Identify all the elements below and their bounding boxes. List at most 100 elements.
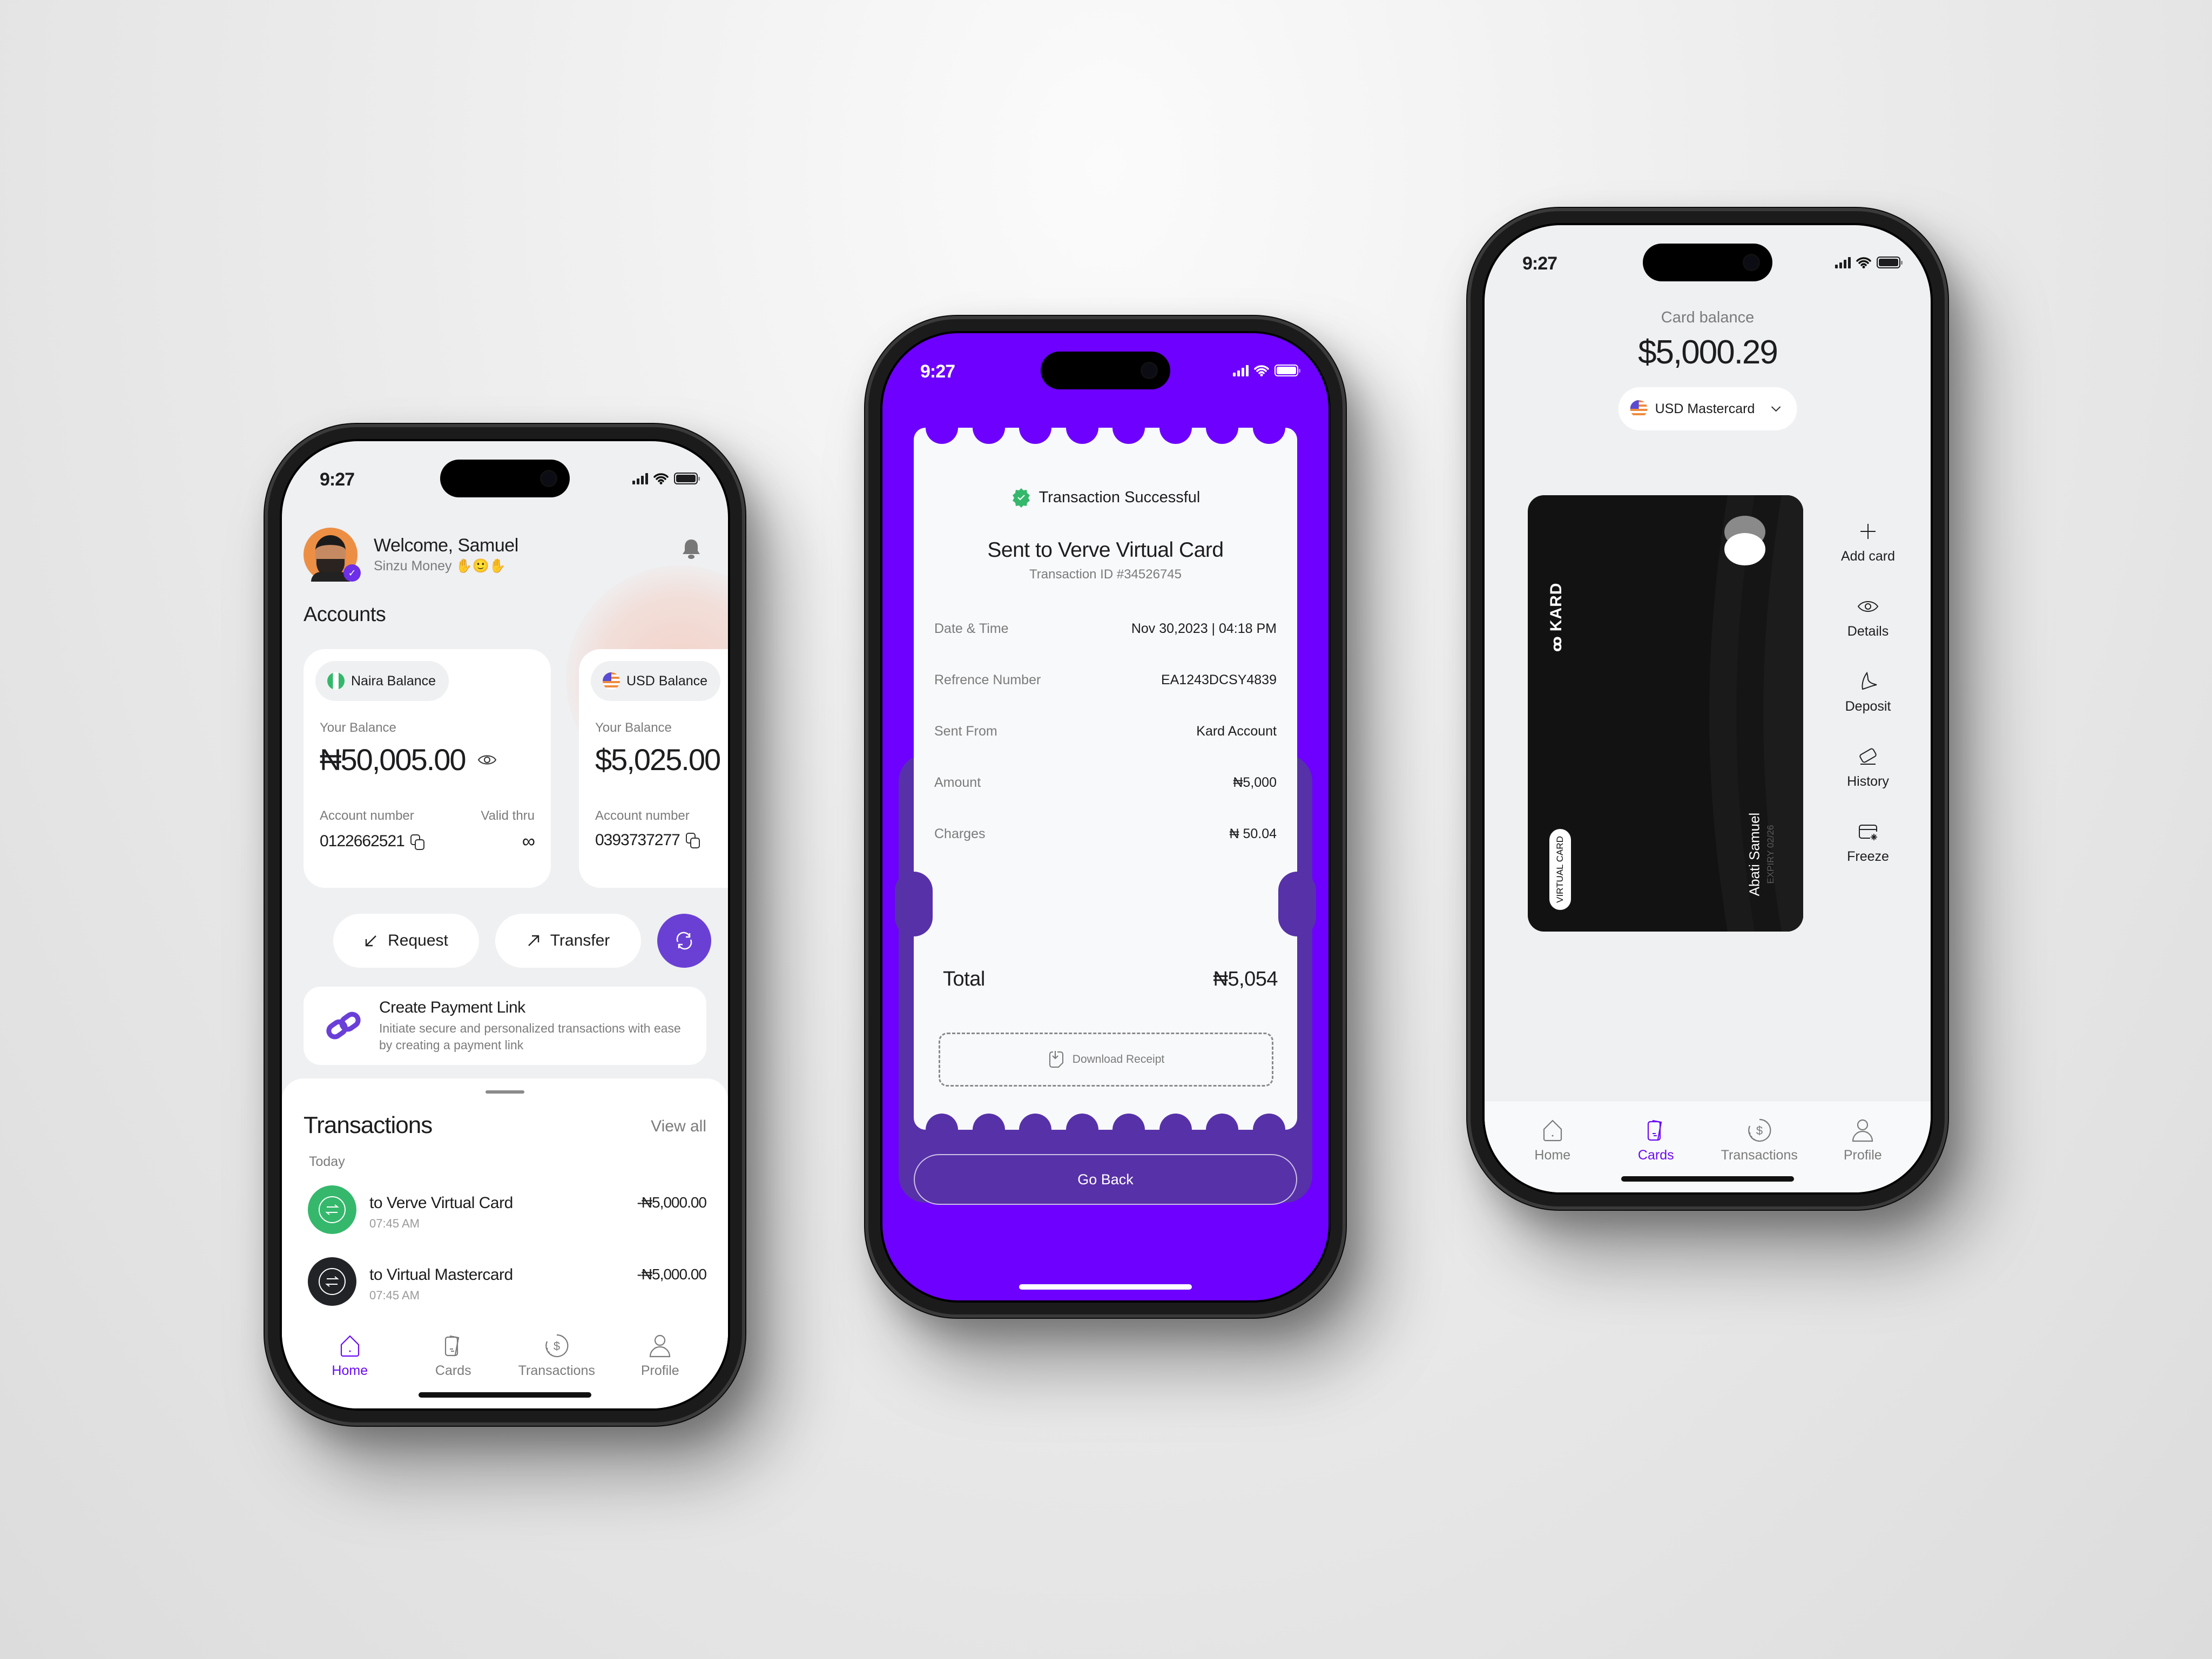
battery-icon xyxy=(674,473,700,484)
card-balance-label: Card balance xyxy=(1661,309,1755,326)
battery-icon xyxy=(1877,257,1903,268)
ng-flag-icon xyxy=(327,672,345,690)
eye-icon xyxy=(1857,601,1879,612)
details-button[interactable]: Details xyxy=(1847,595,1889,639)
chevron-down-icon xyxy=(1771,406,1781,412)
dynamic-island xyxy=(440,460,570,497)
nav-home[interactable]: Home xyxy=(309,1333,390,1408)
status-time: 9:27 xyxy=(320,469,355,490)
valid-thru-value: ∞ xyxy=(522,831,535,852)
receipt-row: Refrence Number EA1243DCSY4839 xyxy=(934,672,1277,687)
accounts-title: Accounts xyxy=(304,603,386,626)
kard-logo: ꝏ KARD xyxy=(1547,582,1565,652)
home-indicator[interactable] xyxy=(1621,1176,1794,1182)
nav-home[interactable]: Home xyxy=(1512,1117,1593,1192)
transfer-icon xyxy=(308,1185,356,1234)
verified-badge-icon: ✓ xyxy=(343,564,361,582)
welcome-header: ✓ Welcome, Samuel Sinzu Money ✋🙂✋ xyxy=(304,528,518,582)
history-icon xyxy=(1859,748,1877,765)
account-number: 0393737277 xyxy=(595,831,680,849)
transactions-group-label: Today xyxy=(309,1154,345,1169)
svg-text:$: $ xyxy=(1756,1124,1763,1137)
copy-icon[interactable] xyxy=(410,834,426,851)
request-button[interactable]: Request xyxy=(333,914,479,968)
balance-label: Your Balance xyxy=(320,720,396,735)
transactions-icon: $ xyxy=(545,1334,569,1358)
home-screen: 9:27 ✓ Welcome, Samuel Sinzu Money ✋🙂✋ A… xyxy=(280,439,730,1411)
dynamic-island xyxy=(1041,352,1170,389)
home-indicator[interactable] xyxy=(419,1392,591,1398)
avatar[interactable]: ✓ xyxy=(304,528,361,582)
receipt-row: Date & Time Nov 30,2023 | 04:18 PM xyxy=(934,621,1277,636)
total-value: ₦5,054 xyxy=(1213,968,1278,990)
arrow-down-left-icon xyxy=(365,935,376,947)
account-currency-pill[interactable]: USD Balance xyxy=(591,661,721,701)
hands-emoji-icon: ✋🙂✋ xyxy=(455,558,506,574)
sheet-grabber[interactable] xyxy=(485,1090,524,1094)
payment-link-title: Create Payment Link xyxy=(379,999,525,1016)
signal-icon xyxy=(1835,257,1851,268)
card-selector-dropdown[interactable]: USD Mastercard xyxy=(1618,387,1797,430)
go-back-button[interactable]: Go Back xyxy=(914,1154,1297,1205)
receipt-ticket: Transaction Successful Sent to Verve Vir… xyxy=(895,412,1316,1146)
home-icon xyxy=(1543,1120,1562,1142)
add-card-button[interactable]: Add card xyxy=(1841,520,1895,564)
wifi-icon xyxy=(1254,365,1269,376)
status-time: 9:27 xyxy=(1522,253,1557,274)
receipt-row: Amount ₦5,000 xyxy=(934,775,1277,790)
plus-icon xyxy=(1860,524,1876,539)
deposit-icon xyxy=(1862,671,1877,690)
history-button[interactable]: History xyxy=(1847,745,1889,790)
copy-icon[interactable] xyxy=(685,832,702,849)
notification-bell-icon[interactable] xyxy=(680,537,702,561)
receipt-row: Sent From Kard Account xyxy=(934,724,1277,739)
us-flag-icon xyxy=(603,672,620,690)
exchange-button[interactable] xyxy=(657,914,711,968)
nav-profile[interactable]: Profile xyxy=(1822,1117,1903,1192)
link-chain-icon xyxy=(326,1011,361,1040)
deposit-button[interactable]: Deposit xyxy=(1845,670,1891,714)
cards-screen: 9:27 Card balance $5,000.29 USD Masterca… xyxy=(1482,223,1933,1195)
toggle-visibility-eye-icon[interactable] xyxy=(477,753,497,766)
download-receipt-button[interactable]: Download Receipt xyxy=(939,1033,1273,1087)
cards-icon xyxy=(445,1335,460,1357)
status-time: 9:27 xyxy=(920,361,955,382)
download-icon xyxy=(1049,1051,1063,1068)
profile-icon xyxy=(1852,1119,1873,1142)
balance-value: ₦50,005.00 xyxy=(320,743,467,777)
naira-account-card[interactable]: Naira Balance Your Balance ₦50,005.00 Ac… xyxy=(304,649,551,888)
receipt-title: Sent to Verve Virtual Card xyxy=(987,538,1224,562)
receipt-screen: 9:27 Transaction Successful Sent to Verv… xyxy=(880,331,1331,1303)
create-payment-link-card[interactable]: Create Payment Link Initiate secure and … xyxy=(304,987,706,1065)
cards-icon xyxy=(1648,1120,1662,1141)
account-number: 0122662521 xyxy=(320,832,405,851)
home-icon xyxy=(340,1335,359,1357)
transfer-icon xyxy=(308,1257,356,1306)
wifi-icon xyxy=(653,473,669,484)
transfer-button[interactable]: Transfer xyxy=(495,914,641,968)
us-flag-icon xyxy=(1630,400,1648,417)
transaction-id: Transaction ID #34526745 xyxy=(1029,567,1182,582)
card-expiry: EXPIRY 02/26 xyxy=(1765,825,1776,884)
freeze-icon xyxy=(1859,825,1877,840)
home-indicator[interactable] xyxy=(1019,1284,1192,1290)
welcome-subtitle: Sinzu Money xyxy=(374,558,452,574)
usd-account-card[interactable]: USD Balance Your Balance $5,025.00 Accou… xyxy=(579,649,728,888)
virtual-card[interactable]: ꝏ KARD VIRTUAL CARD Abati Samuel EXPIRY 0… xyxy=(1528,495,1803,932)
account-currency-pill[interactable]: Naira Balance xyxy=(315,661,449,701)
view-all-link[interactable]: View all xyxy=(651,1117,706,1136)
balance-label: Your Balance xyxy=(595,720,672,735)
card-actions: Add card Details Deposit History Freeze xyxy=(1830,520,1906,865)
transaction-row[interactable]: to Verve Virtual Card 07:45 AM -₦5,000.00 xyxy=(308,1185,706,1257)
transactions-icon: $ xyxy=(1748,1118,1771,1142)
balance-value: $5,025.00 xyxy=(595,743,721,777)
freeze-button[interactable]: Freeze xyxy=(1847,820,1889,865)
card-balance-value: $5,000.29 xyxy=(1638,334,1778,371)
phone-cards: 9:27 Card balance $5,000.29 USD Masterca… xyxy=(1467,208,1948,1210)
valid-thru-label: Valid thru xyxy=(481,808,535,823)
refresh-icon xyxy=(676,932,692,950)
svg-text:$: $ xyxy=(554,1339,560,1353)
card-holder-name: Abati Samuel xyxy=(1746,812,1763,896)
phone-home: 9:27 ✓ Welcome, Samuel Sinzu Money ✋🙂✋ A… xyxy=(265,424,745,1426)
nav-profile[interactable]: Profile xyxy=(619,1333,700,1408)
